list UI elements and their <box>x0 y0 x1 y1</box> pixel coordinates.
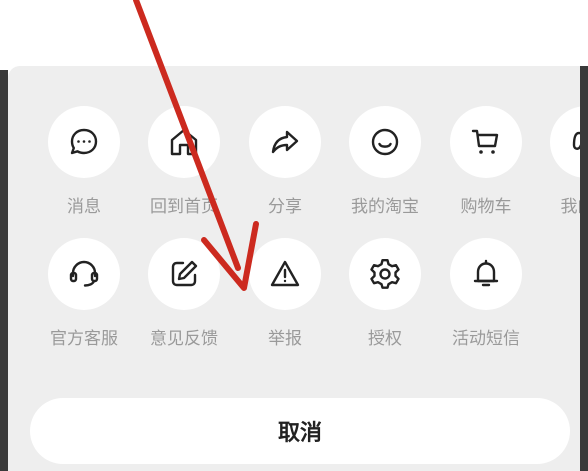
cancel-button[interactable]: 取消 <box>30 398 570 464</box>
menu-item-cart[interactable]: 购物车 <box>436 106 536 217</box>
menu-item-label: 我的淘宝 <box>351 197 419 217</box>
menu-item-label: 分享 <box>268 197 302 217</box>
backdrop-right-edge <box>580 66 588 471</box>
menu-item-label: 授权 <box>368 329 402 349</box>
menu-item-circle <box>148 106 220 178</box>
menu-item-customer-service[interactable]: 官方客服 <box>34 238 134 349</box>
menu-item-circle <box>48 106 120 178</box>
backdrop-left-edge <box>0 70 8 471</box>
action-sheet: 消息 回到首页 分享 我的淘宝 购物车 我 官方客服 意见反馈 举报 授权 活动… <box>8 66 588 471</box>
menu-item-circle <box>349 238 421 310</box>
headset-icon <box>69 260 99 287</box>
menu-item-label: 购物车 <box>460 197 512 217</box>
menu-item-circle <box>249 238 321 310</box>
menu-item-feedback[interactable]: 意见反馈 <box>134 238 234 349</box>
menu-item-report[interactable]: 举报 <box>235 238 335 349</box>
menu-item-authorize[interactable]: 授权 <box>335 238 435 349</box>
menu-item-share[interactable]: 分享 <box>235 106 335 217</box>
menu-item-circle <box>249 106 321 178</box>
cart-icon <box>471 129 499 154</box>
menu-item-label: 回到首页 <box>150 197 218 217</box>
edit-icon <box>171 260 198 287</box>
menu-item-label: 举报 <box>268 329 302 349</box>
menu-item-circle <box>48 238 120 310</box>
menu-item-circle <box>450 238 522 310</box>
menu-item-circle <box>450 106 522 178</box>
message-icon <box>70 128 98 155</box>
bell-icon <box>473 259 499 287</box>
menu-item-label: 官方客服 <box>50 329 118 349</box>
menu-item-my-taobao[interactable]: 我的淘宝 <box>335 106 435 217</box>
menu-item-message[interactable]: 消息 <box>34 106 134 217</box>
home-icon <box>170 128 198 156</box>
menu-item-label: 活动短信 <box>452 329 520 349</box>
warning-icon <box>270 260 300 287</box>
smiley-icon <box>371 128 399 156</box>
gear-icon <box>370 259 400 289</box>
menu-item-activity-sms[interactable]: 活动短信 <box>436 238 536 349</box>
menu-item-label: 消息 <box>67 197 101 217</box>
menu-item-home[interactable]: 回到首页 <box>134 106 234 217</box>
menu-item-circle <box>148 238 220 310</box>
menu-item-label: 意见反馈 <box>150 329 218 349</box>
menu-item-circle <box>349 106 421 178</box>
share-icon <box>271 130 299 154</box>
